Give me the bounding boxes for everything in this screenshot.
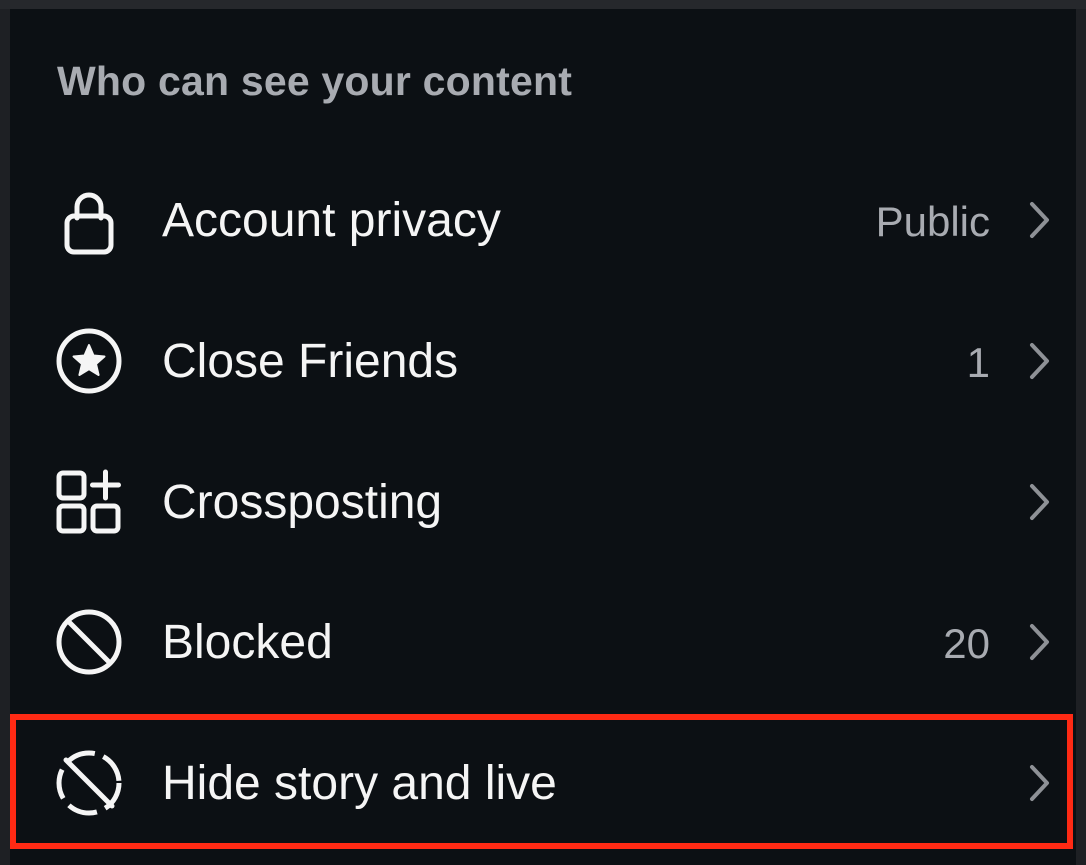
chevron-right-icon <box>1024 341 1054 381</box>
apps-add-icon <box>54 467 124 537</box>
blocked-icon <box>54 607 124 677</box>
menu-item-close-friends[interactable]: Close Friends 1 <box>10 291 1076 431</box>
star-circle-icon <box>54 326 124 396</box>
menu-item-label: Hide story and live <box>162 757 557 810</box>
top-status-bar <box>0 0 1086 9</box>
menu-item-label: Crossposting <box>162 476 443 529</box>
lock-icon <box>54 185 124 255</box>
hide-story-icon <box>54 748 124 818</box>
menu-item-hide-story-and-live[interactable]: Hide story and live <box>10 713 1076 853</box>
chevron-right-icon <box>1024 200 1054 240</box>
account-privacy-value: Public <box>875 198 990 245</box>
close-friends-count: 1 <box>966 339 990 386</box>
section-title: Who can see your content <box>57 58 573 104</box>
right-edge <box>1076 9 1086 865</box>
menu-item-label: Account privacy <box>162 194 501 247</box>
chevron-right-icon <box>1024 763 1054 803</box>
chevron-right-icon <box>1024 622 1054 662</box>
left-edge <box>0 9 10 865</box>
menu-item-label: Close Friends <box>162 335 459 388</box>
menu-item-crossposting[interactable]: Crossposting <box>10 432 1076 572</box>
chevron-right-icon <box>1024 482 1054 522</box>
blocked-count: 20 <box>943 620 990 667</box>
menu-item-account-privacy[interactable]: Account privacy Public <box>10 150 1076 290</box>
menu-item-label: Blocked <box>162 616 333 669</box>
menu-item-blocked[interactable]: Blocked 20 <box>10 572 1076 712</box>
